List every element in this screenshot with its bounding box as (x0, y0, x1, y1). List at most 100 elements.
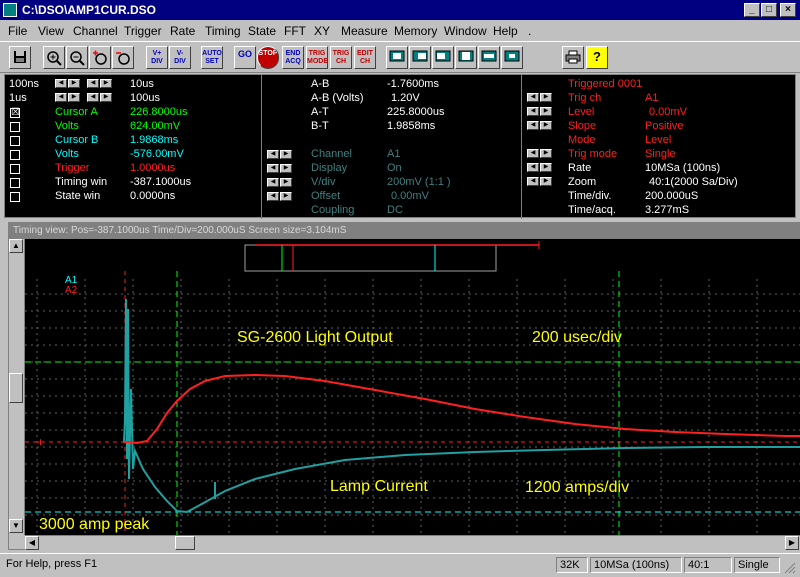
menu-fft[interactable]: FFT (284, 24, 306, 38)
view-1-button[interactable] (386, 46, 408, 69)
hscroll-thumb[interactable] (175, 536, 195, 550)
floppy-icon (14, 51, 26, 63)
arrow-button[interactable]: ▶ (540, 149, 552, 158)
arrow-button[interactable]: ◀ (87, 93, 99, 102)
arrow-button[interactable]: ▶ (540, 177, 552, 186)
vertical-scrollbar[interactable]: ▲ ▼ (9, 239, 25, 535)
arrow-button[interactable]: ▶ (100, 79, 112, 88)
trig-ch-button[interactable]: TRIG CH (330, 46, 352, 69)
arrow-button[interactable]: ◀ (527, 107, 539, 116)
resize-grip-icon[interactable] (782, 560, 796, 574)
print-button[interactable] (562, 46, 584, 69)
arrow-button[interactable]: ▶ (280, 164, 292, 173)
trigger-checkbox[interactable] (10, 164, 20, 174)
cursor-a-checkbox[interactable]: ☒ (10, 108, 20, 118)
arrow-button[interactable]: ◀ (267, 150, 279, 159)
state-win-checkbox[interactable] (10, 192, 20, 202)
time-step-2-value: 100us (130, 92, 160, 104)
view-6-button[interactable] (501, 46, 523, 69)
arrow-button[interactable]: ◀ (55, 93, 67, 102)
view-4-button[interactable] (455, 46, 477, 69)
arrow-button[interactable]: ◀ (527, 163, 539, 172)
scroll-left-button[interactable]: ◀ (25, 536, 39, 550)
arrow-button[interactable]: ◀ (527, 121, 539, 130)
arrow-button[interactable]: ◀ (55, 79, 67, 88)
time-div-annotation: 200 usec/div (532, 329, 622, 346)
overview-window[interactable] (244, 244, 497, 272)
arrow-button[interactable]: ▶ (540, 121, 552, 130)
help-button[interactable]: ? (586, 46, 608, 69)
scroll-up-button[interactable]: ▲ (9, 239, 23, 253)
menu-trigger[interactable]: Trigger (124, 24, 162, 38)
arrow-button[interactable]: ▶ (100, 93, 112, 102)
mode-label: Mode (568, 134, 596, 146)
menu-help[interactable]: Help (493, 24, 518, 38)
volts-per-div-down-button[interactable]: V- DIV (169, 46, 191, 69)
menu-rate[interactable]: Rate (170, 24, 195, 38)
trigger-value: 1.0000us (130, 162, 176, 174)
menu-memory[interactable]: Memory (394, 24, 437, 38)
arrow-button[interactable]: ▶ (280, 150, 292, 159)
menu-xy[interactable]: XY (314, 24, 330, 38)
zoom-in-button[interactable] (43, 46, 65, 69)
oscilloscope-display[interactable]: A1 A2 + SG-2600 Light Output 200 usec/di… (25, 239, 800, 535)
light-output-trace (123, 373, 800, 445)
go-button[interactable]: GO (234, 46, 256, 69)
arrow-button[interactable]: ◀ (527, 93, 539, 102)
arrow-button[interactable]: ▶ (540, 163, 552, 172)
time-div-value: 200.000uS (645, 190, 699, 202)
close-button[interactable]: × (780, 3, 796, 17)
end-acq-button[interactable]: END ACQ (282, 46, 304, 69)
arrow-button[interactable]: ▶ (68, 93, 80, 102)
view-icon (412, 50, 428, 62)
arrow-button[interactable]: ▶ (540, 93, 552, 102)
menu-extra[interactable]: . (528, 24, 531, 38)
maximize-button[interactable]: □ (761, 3, 777, 17)
timing-win-checkbox[interactable] (10, 178, 20, 188)
arrow-button[interactable]: ◀ (267, 164, 279, 173)
cursor-b-volts-checkbox[interactable] (10, 150, 20, 160)
trig-mode-button[interactable]: TRIG MODE (306, 46, 328, 69)
horizontal-scrollbar[interactable]: ◀ ▶ (25, 535, 800, 551)
arrow-button[interactable]: ▶ (68, 79, 80, 88)
zoom-out-button[interactable] (66, 46, 88, 69)
menu-state[interactable]: State (248, 24, 276, 38)
cursor-b-checkbox[interactable] (10, 136, 20, 146)
arrow-button[interactable]: ▶ (280, 192, 292, 201)
edit-ch-button[interactable]: EDIT CH (354, 46, 376, 69)
auto-set-button[interactable]: AUTO SET (201, 46, 223, 69)
arrow-button[interactable]: ◀ (527, 149, 539, 158)
scroll-down-button[interactable]: ▼ (9, 519, 23, 533)
save-button[interactable] (9, 46, 31, 69)
volts-per-div-up-button[interactable]: V+ DIV (146, 46, 168, 69)
cursor-a-value: 226.8000us (130, 106, 188, 118)
arrow-button[interactable]: ◀ (527, 177, 539, 186)
scroll-thumb[interactable] (9, 373, 23, 403)
minimize-button[interactable]: _ (744, 3, 760, 17)
menu-measure[interactable]: Measure (341, 24, 388, 38)
menu-file[interactable]: File (8, 24, 27, 38)
arrow-button[interactable]: ◀ (87, 79, 99, 88)
level-value: 0.00mV (649, 106, 687, 118)
menu-timing[interactable]: Timing (205, 24, 241, 38)
view-5-button[interactable] (478, 46, 500, 69)
cursor-a-volts-checkbox[interactable] (10, 122, 20, 132)
arrow-button[interactable]: ◀ (267, 178, 279, 187)
scroll-right-button[interactable]: ▶ (785, 536, 799, 550)
menu-channel[interactable]: Channel (73, 24, 118, 38)
arrow-button[interactable]: ▶ (280, 178, 292, 187)
state-win-label: State win (55, 190, 101, 202)
offset-value: 0.00mV (391, 190, 429, 202)
view-2-button[interactable] (409, 46, 431, 69)
view-3-button[interactable] (432, 46, 454, 69)
coupling-value: DC (387, 204, 403, 216)
zoom-cursor-plus-button[interactable] (89, 46, 111, 69)
zoom-cursor-minus-button[interactable] (112, 46, 134, 69)
title-bar: C:\DSO\AMP1CUR.DSO _ □ × (0, 0, 800, 20)
arrow-button[interactable]: ▶ (540, 107, 552, 116)
menu-window[interactable]: Window (444, 24, 487, 38)
view-icon (435, 50, 451, 62)
stop-button[interactable]: STOP (257, 46, 279, 69)
arrow-button[interactable]: ◀ (267, 192, 279, 201)
menu-view[interactable]: View (38, 24, 64, 38)
